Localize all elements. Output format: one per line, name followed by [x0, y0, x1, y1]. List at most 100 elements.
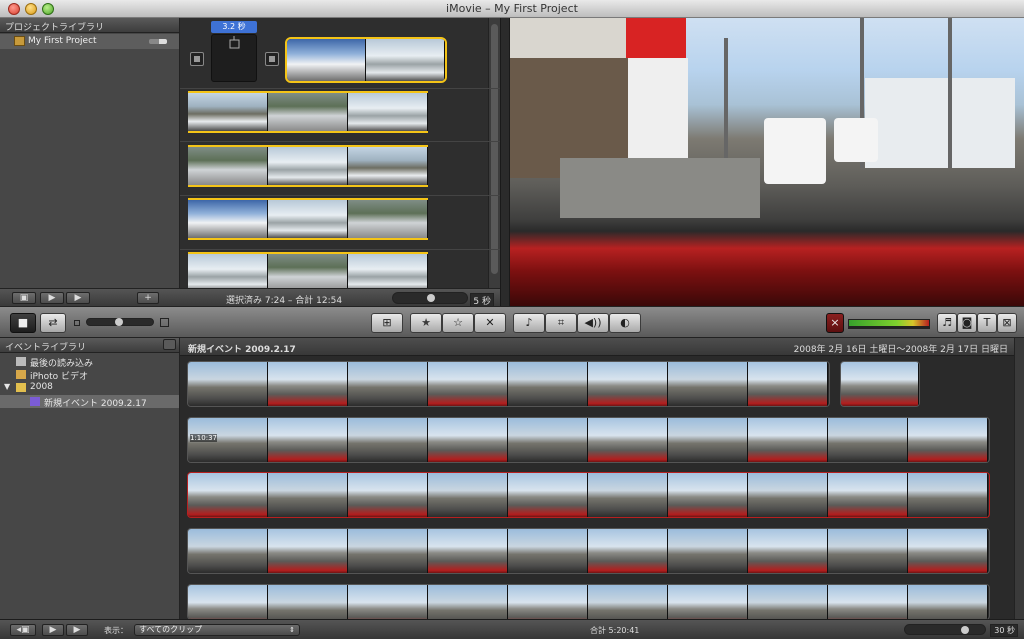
event-zoom-slider[interactable]	[904, 624, 986, 635]
event-item-new-event[interactable]: 新規イベント 2009.2.17	[0, 395, 179, 409]
selected-project-clip[interactable]	[285, 37, 447, 83]
clip-frame	[588, 473, 668, 517]
add-project-button[interactable]: +	[137, 292, 159, 304]
project-library-panel: プロジェクトライブラリ My First Project	[0, 18, 180, 288]
clip-frame	[188, 200, 268, 238]
project-scrollbar[interactable]	[488, 18, 500, 288]
clip-frame	[268, 362, 348, 406]
event-date-range: 2008年 2月 16日 土曜日〜2008年 2月 17日 日曜日	[793, 345, 1008, 355]
project-zoom-slider[interactable]	[392, 292, 468, 304]
project-library-header: プロジェクトライブラリ	[0, 18, 179, 33]
slider-knob[interactable]	[115, 318, 123, 326]
photo-browser-button[interactable]: ◙	[957, 313, 977, 333]
clip-frame	[188, 147, 268, 185]
play-event-button[interactable]: ▶	[66, 624, 88, 636]
unmark-star-button[interactable]: ☆	[442, 313, 474, 333]
popup-arrows-icon: ⇕	[289, 626, 295, 634]
event-item-last-import[interactable]: 最後の読み込み	[0, 355, 179, 369]
event-browser-header: 新規イベント 2009.2.17 2008年 2月 16日 土曜日〜2008年 …	[180, 338, 1014, 356]
clip-frame	[508, 529, 588, 573]
event-clip-strip[interactable]	[840, 361, 920, 407]
inspector-button[interactable]: ◐	[609, 313, 641, 333]
audio-adjust-button[interactable]: ◀))	[577, 313, 609, 333]
clip-frame	[268, 529, 348, 573]
event-library-header: イベントライブラリ	[0, 338, 179, 353]
project-bar: ▣ ▶ ▶ + 選択済み 7:24 – 合計 12:54 5 秒	[0, 288, 500, 308]
transition-tile[interactable]	[211, 34, 257, 82]
play-project-button[interactable]: ▶	[66, 292, 90, 304]
event-clip-strip-rejected[interactable]	[187, 472, 990, 518]
favorite-star-button[interactable]: ★	[410, 313, 442, 333]
event-clip-strip[interactable]	[187, 584, 990, 619]
clip-frame	[188, 529, 268, 573]
project-clip-strip[interactable]	[188, 91, 428, 133]
reject-button[interactable]: ✕	[474, 313, 506, 333]
clip-frame	[588, 529, 668, 573]
project-item-my-first-project[interactable]: My First Project	[0, 34, 179, 49]
row-divider	[180, 249, 500, 250]
transition-icon-left[interactable]	[190, 52, 204, 66]
clip-frame	[268, 585, 348, 619]
clip-frame	[188, 93, 268, 131]
event-clip-strip[interactable]: 1:10:37	[187, 417, 990, 463]
event-library-panel: イベントライブラリ 最後の読み込み iPhoto ビデオ ▼ 2008 新規イベ…	[0, 338, 180, 619]
show-label: 表示：	[104, 626, 128, 635]
clip-frame	[668, 529, 748, 573]
audio-mute-button[interactable]: ×	[826, 313, 844, 333]
clip-frame	[348, 585, 428, 619]
video-viewer[interactable]	[510, 18, 1024, 306]
clip-frame	[268, 147, 348, 185]
slider-knob[interactable]	[427, 294, 435, 302]
event-item-iphoto-video[interactable]: iPhoto ビデオ	[0, 368, 179, 382]
viewer-frame-pole	[724, 38, 728, 178]
clip-frame	[428, 473, 508, 517]
swap-button[interactable]: ⇄	[40, 313, 66, 333]
new-project-button[interactable]: ▣	[12, 292, 36, 304]
project-clip-strip[interactable]	[188, 252, 428, 292]
clip-frame	[668, 418, 748, 462]
clip-frame	[841, 362, 919, 406]
event-scrollbar[interactable]	[1014, 338, 1024, 619]
play-fullscreen-button[interactable]: ▶	[40, 292, 64, 304]
project-clip-strip[interactable]	[188, 145, 428, 187]
music-browser-button[interactable]: ♬	[937, 313, 957, 333]
iphoto-icon	[16, 370, 26, 379]
clip-frame	[828, 418, 908, 462]
clip-frame	[908, 418, 988, 462]
clip-frame	[268, 254, 348, 292]
clip-frame	[348, 200, 428, 238]
event-browser[interactable]: 新規イベント 2009.2.17 2008年 2月 16日 土曜日〜2008年 …	[180, 338, 1024, 619]
viewer-frame-sign	[626, 18, 686, 58]
viewer-frame-truck	[834, 118, 878, 162]
event-total-duration: 合計 5:20:41	[590, 626, 640, 635]
crop-button[interactable]: ⌗	[545, 313, 577, 333]
project-duration-meter	[149, 39, 167, 44]
viewer-frame-car	[764, 118, 826, 184]
project-clip-strip[interactable]	[188, 198, 428, 240]
clip-filter-popup[interactable]: すべてのクリップ ⇕	[134, 624, 300, 636]
transition-browser-button[interactable]: ⊠	[997, 313, 1017, 333]
disclosure-triangle-icon[interactable]: ▼	[4, 382, 10, 391]
thumbnail-size-slider[interactable]	[86, 318, 154, 326]
event-clip-strip[interactable]	[187, 528, 990, 574]
eject-icon[interactable]	[163, 339, 176, 350]
clip-frame	[348, 529, 428, 573]
project-scroll-thumb[interactable]	[491, 24, 498, 274]
voiceover-mic-button[interactable]: ♪	[513, 313, 545, 333]
clip-frame	[348, 147, 428, 185]
add-to-project-button[interactable]: ⊞	[371, 313, 403, 333]
show-event-list-button[interactable]: ◂▣	[10, 624, 36, 636]
camera-import-button[interactable]: ■	[10, 313, 36, 333]
event-item-label: 新規イベント 2009.2.17	[44, 399, 147, 409]
transition-icon-right[interactable]	[265, 52, 279, 66]
clip-frame	[748, 585, 828, 619]
viewer-frame-guardrail	[560, 158, 760, 218]
clip-frame	[748, 473, 828, 517]
play-fullscreen-event-button[interactable]: ▶	[42, 624, 64, 636]
event-clip-strip[interactable]	[187, 361, 830, 407]
title-browser-button[interactable]: T	[977, 313, 997, 333]
slider-knob[interactable]	[961, 626, 969, 634]
viewer-splitter[interactable]	[500, 18, 510, 306]
event-folder-2008[interactable]: ▼ 2008	[0, 381, 179, 394]
clip-frame	[348, 418, 428, 462]
